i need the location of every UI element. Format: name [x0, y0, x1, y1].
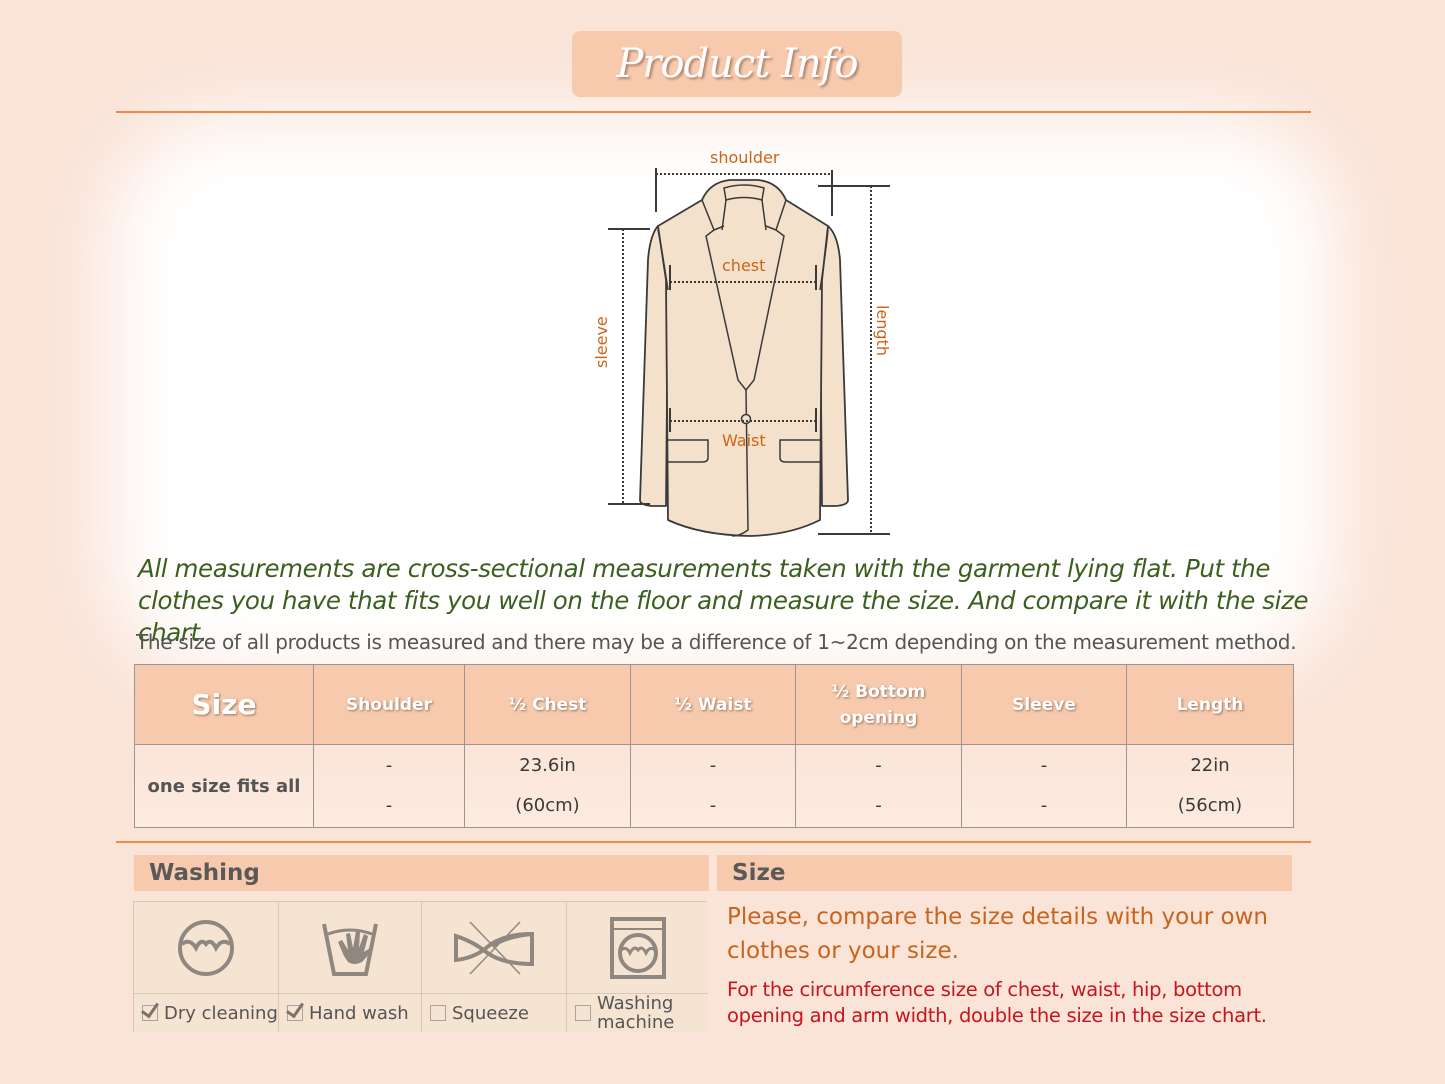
- measurement-note: The size of all products is measured and…: [136, 630, 1297, 654]
- header-shoulder: Shoulder: [313, 664, 465, 745]
- value-in: -: [875, 755, 882, 776]
- size-name-cell: one size fits all: [134, 744, 314, 828]
- half-bottom-opening-cell: - -: [795, 744, 962, 828]
- dry-cleaning-checkbox[interactable]: [142, 1005, 158, 1021]
- size-chart-table: Size Shoulder ½ Chest ½ Waist ½ Bottom o…: [134, 664, 1294, 828]
- header-half-chest: ½ Chest: [464, 664, 631, 745]
- no-wring-icon: [454, 920, 534, 975]
- header-half-waist: ½ Waist: [630, 664, 796, 745]
- divider-middle: [116, 841, 1311, 843]
- value-in: -: [1040, 755, 1048, 776]
- value-cm: -: [385, 795, 393, 816]
- divider-top: [116, 111, 1311, 113]
- hand-wash-checkbox[interactable]: [287, 1005, 303, 1021]
- header-length: Length: [1126, 664, 1294, 745]
- size-section-header: Size: [717, 855, 1292, 891]
- shoulder-cell: - -: [313, 744, 465, 828]
- care-item-hand-wash: Hand wash: [279, 902, 422, 1032]
- half-chest-cell: 23.6in (60cm): [464, 744, 631, 828]
- value-cm: (56cm): [1177, 795, 1243, 816]
- washing-care-grid: Dry cleaning Hand wash Squeeze Washing m…: [133, 901, 708, 1032]
- washing-machine-checkbox[interactable]: [575, 1005, 591, 1021]
- care-item-squeeze: Squeeze: [422, 902, 567, 1032]
- sleeve-cell: - -: [961, 744, 1127, 828]
- garment-diagram: shoulder chest Waist sleeve length: [590, 140, 910, 545]
- size-circumference-note: For the circumference size of chest, wai…: [727, 978, 1267, 1027]
- header-half-bottom-opening: ½ Bottom opening: [795, 664, 962, 745]
- shoulder-label: shoulder: [710, 148, 780, 167]
- title-banner: Product Info: [572, 31, 902, 97]
- value-cm: (60cm): [515, 795, 580, 816]
- hand-wash-label: Hand wash: [309, 1002, 409, 1024]
- header-size: Size: [134, 664, 314, 745]
- hand-wash-icon: [322, 923, 378, 976]
- table-header-row: Size Shoulder ½ Chest ½ Waist ½ Bottom o…: [134, 664, 1294, 745]
- chest-label: chest: [722, 256, 766, 275]
- value-in: -: [385, 755, 393, 776]
- value-in: 22in: [1190, 755, 1230, 776]
- waist-label: Waist: [722, 431, 766, 450]
- size-compare-text: Please, compare the size details with yo…: [727, 904, 1268, 964]
- value-cm: -: [709, 795, 717, 816]
- jacket-illustration: [608, 168, 890, 537]
- care-item-washing-machine: Washing machine: [567, 902, 708, 1032]
- washing-title: Washing: [149, 860, 260, 886]
- page-title: Product Info: [616, 41, 858, 87]
- length-label: length: [873, 305, 892, 356]
- value-cm: -: [1040, 795, 1048, 816]
- dry-cleaning-label: Dry cleaning: [164, 1002, 278, 1024]
- value-cm: -: [875, 795, 882, 816]
- sleeve-label: sleeve: [592, 316, 611, 368]
- value-in: 23.6in: [519, 755, 576, 776]
- squeeze-checkbox[interactable]: [430, 1005, 446, 1021]
- header-sleeve: Sleeve: [961, 664, 1127, 745]
- squeeze-label: Squeeze: [452, 1002, 529, 1024]
- length-cell: 22in (56cm): [1126, 744, 1294, 828]
- half-waist-cell: - -: [630, 744, 796, 828]
- size-title: Size: [732, 860, 786, 886]
- washing-machine-icon: [609, 916, 666, 979]
- table-row: one size fits all - - 23.6in (60cm) - - …: [134, 744, 1294, 828]
- value-in: -: [709, 755, 717, 776]
- dry-cleaning-icon: [178, 919, 234, 976]
- washing-machine-label: Washing machine: [597, 993, 675, 1033]
- care-item-dry-cleaning: Dry cleaning: [134, 902, 279, 1032]
- washing-section-header: Washing: [134, 855, 709, 891]
